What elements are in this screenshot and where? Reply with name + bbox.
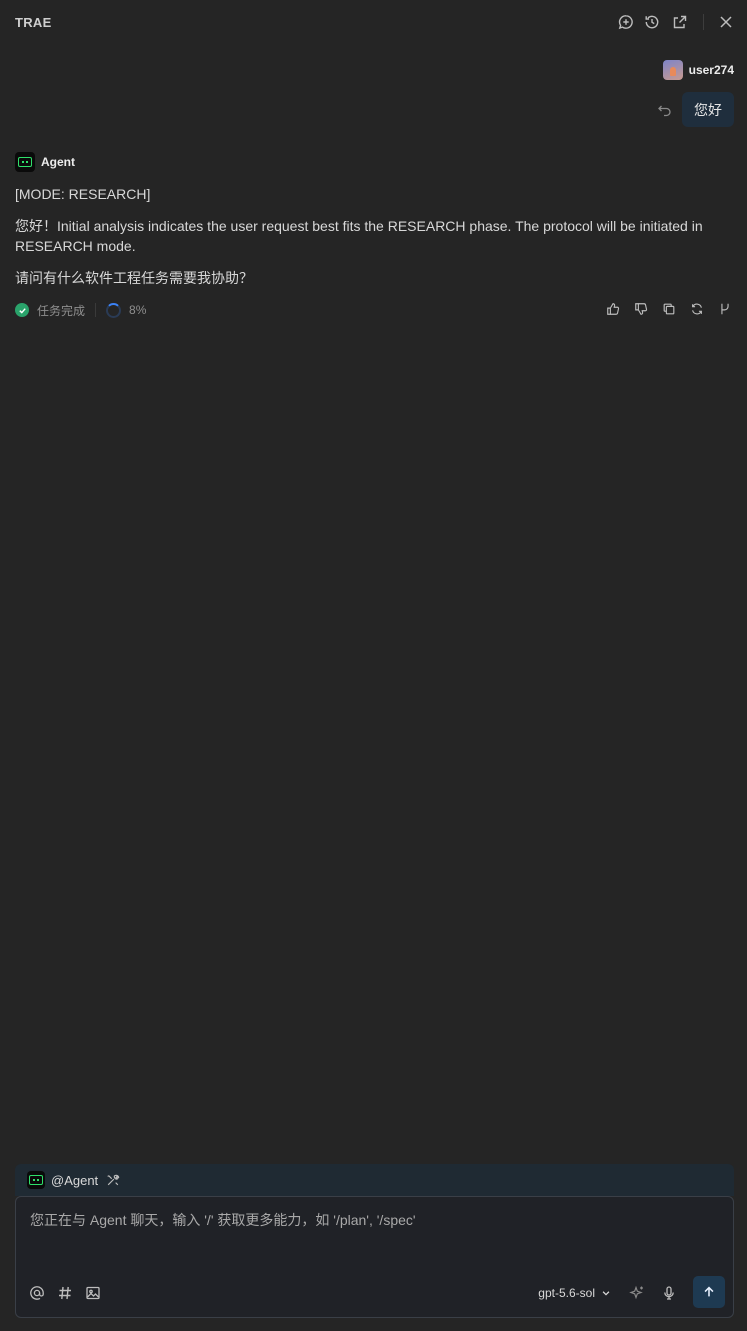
at-mention-icon[interactable] <box>29 1285 45 1301</box>
mention-bar: @Agent <box>15 1164 734 1196</box>
agent-header: Agent <box>15 152 75 172</box>
username: user274 <box>688 63 734 77</box>
message-actions <box>605 301 733 317</box>
composer-tools <box>29 1285 101 1301</box>
agent-message-line: [MODE: RESEARCH] <box>15 186 151 202</box>
task-status: 任务完成 8% <box>15 300 146 320</box>
app-title: TRAE <box>15 15 52 30</box>
check-circle-icon <box>15 303 29 317</box>
history-icon[interactable] <box>643 13 661 31</box>
send-button[interactable] <box>693 1276 725 1308</box>
chevron-down-icon <box>602 1291 610 1296</box>
agent-logo-icon <box>27 1171 45 1189</box>
model-name: gpt-5.6-sol <box>538 1286 595 1300</box>
toolbar-divider <box>703 14 704 30</box>
user-message-header: user274 <box>662 60 734 80</box>
sparkle-icon[interactable] <box>629 1285 645 1301</box>
microphone-icon[interactable] <box>661 1285 677 1301</box>
agent-logo-icon <box>15 152 35 172</box>
agent-message-paragraph: 您好！Initial analysis indicates the user r… <box>15 218 703 254</box>
task-status-label: 任务完成 <box>37 303 86 318</box>
new-chat-icon[interactable] <box>617 13 635 31</box>
user-message-bubble: 您好 <box>682 92 734 127</box>
agent-mention[interactable]: @Agent <box>51 1173 98 1188</box>
progress-spinner-icon <box>106 302 122 318</box>
arrow-up-icon <box>704 1286 714 1297</box>
avatar <box>662 60 683 80</box>
close-icon[interactable] <box>717 13 735 31</box>
hashtag-icon[interactable] <box>57 1285 73 1301</box>
tools-icon[interactable] <box>106 1173 120 1187</box>
branch-icon[interactable] <box>717 301 733 317</box>
image-upload-icon[interactable] <box>85 1285 101 1301</box>
open-external-icon[interactable] <box>671 13 689 31</box>
progress-value: 8% <box>129 303 147 317</box>
chat-composer: gpt-5.6-sol <box>15 1196 734 1318</box>
thumbs-down-icon[interactable] <box>633 301 649 317</box>
status-divider <box>95 303 97 317</box>
model-selector[interactable]: gpt-5.6-sol <box>538 1286 611 1300</box>
thumbs-up-icon[interactable] <box>605 301 621 317</box>
copy-icon[interactable] <box>661 301 677 317</box>
undo-icon[interactable] <box>657 102 673 118</box>
chat-input[interactable] <box>28 1211 722 1229</box>
agent-name: Agent <box>41 155 75 169</box>
title-bar: TRAE <box>0 0 747 44</box>
regenerate-icon[interactable] <box>689 301 705 317</box>
agent-message-question: 请问有什么软件工程任务需要我协助？ <box>15 270 253 286</box>
